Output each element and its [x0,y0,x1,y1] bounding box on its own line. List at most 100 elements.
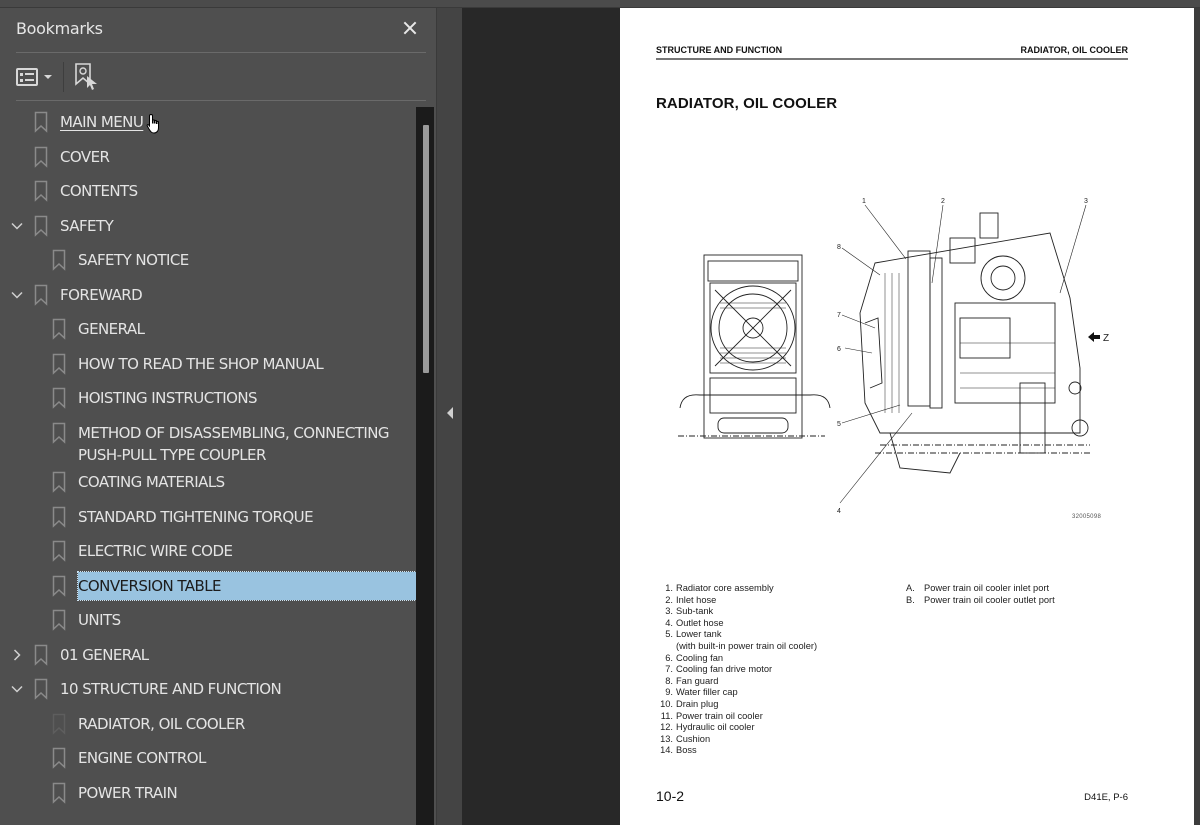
bookmark-icon [52,471,66,493]
bookmark-item[interactable]: HOISTING INSTRUCTIONS [0,384,416,412]
legend-item: 11. Power train oil cooler [658,711,817,723]
bookmark-item[interactable]: ENGINE CONTROL [0,744,416,772]
header-rule [656,58,1128,60]
bookmark-item[interactable]: ELECTRIC WIRE CODE [0,537,416,565]
bookmark-item[interactable]: HOW TO READ THE SHOP MANUAL [0,350,416,378]
callout-labels: 1 2 3 4 5 6 7 8 [837,198,1088,515]
legend-text: Drain plug [676,698,719,709]
bookmark-item[interactable]: SAFETY [0,212,416,240]
radiator-oil-cooler-diagram: 1 2 3 4 5 6 7 8 Z [678,198,1109,515]
bookmark-item[interactable]: COVER [0,143,416,171]
bookmark-icon [52,387,66,409]
bookmark-item[interactable]: RADIATOR, OIL COOLER [0,710,416,738]
chevron-down-icon[interactable] [10,682,24,696]
model-reference: D41E, P-6 [1084,792,1128,803]
legend-text: Cooling fan [676,652,724,663]
chevron-down-icon[interactable] [10,219,24,233]
bookmark-item[interactable]: 01 GENERAL [0,641,416,669]
legend-item: 3. Sub-tank [658,606,817,618]
viewer-right-edge [1194,8,1200,825]
bookmark-icon [34,284,48,306]
legend-text: Water filler cap [676,687,738,698]
panel-title: Bookmarks [16,19,103,38]
legend-item: 10. Drain plug [658,699,817,711]
callout-6: 6 [837,346,841,353]
bookmark-icon [52,609,66,631]
bookmark-item[interactable]: COATING MATERIALS [0,468,416,496]
page-number: 10-2 [656,788,685,804]
callout-3: 3 [1084,198,1088,205]
header-divider [16,52,426,53]
toolbar-separator [63,62,64,92]
bookmarks-panel-header: Bookmarks [0,8,436,52]
bookmark-item[interactable]: METHOD OF DISASSEMBLING, CONNECTING PUSH… [0,419,416,469]
list-options-icon [16,68,38,86]
legend-item: 12. Hydraulic oil cooler [658,722,817,734]
bookmark-label: CONVERSION TABLE [77,570,416,601]
bookmark-item[interactable]: UNITS [0,606,416,634]
pdf-page: STRUCTURE AND FUNCTION RADIATOR, OIL COO… [620,8,1194,825]
legend-text: Power train oil cooler outlet port [924,594,1055,605]
legend-item: 14. Boss [658,745,817,757]
close-icon[interactable] [398,16,422,40]
legend-number: 12. [660,722,673,733]
bookmarks-scrollbar-thumb[interactable] [423,125,429,373]
legend-item: 1. Radiator core assembly [658,583,817,595]
bookmark-item[interactable]: MAIN MENU [0,108,416,136]
legend-item: 9. Water filler cap [658,687,817,699]
bookmark-item[interactable]: STANDARD TIGHTENING TORQUE [0,503,416,531]
bookmark-item[interactable]: 10 STRUCTURE AND FUNCTION [0,675,416,703]
legend-text: (with built-in power train oil cooler) [676,640,818,651]
legend-item: (with built-in power train oil cooler) [658,641,817,653]
options-menu-button[interactable] [16,66,56,90]
legend-number: 8. [665,675,673,686]
collapse-panel-button[interactable] [445,405,455,421]
legend-number: 5. [665,629,673,640]
callout-leaders [839,204,1087,504]
bookmark-label: FOREWARD [60,285,143,304]
bookmark-label: SAFETY [60,216,114,235]
bookmark-label: METHOD OF DISASSEMBLING, CONNECTING PUSH… [78,423,390,464]
callout-1: 1 [862,198,866,205]
front-view-drawing [678,254,831,439]
legend-number: 3. [665,606,673,617]
bookmark-label: GENERAL [78,320,145,338]
bookmarks-panel: Bookmarks MAIN MENU COVER CONTENTS SAFETY SA… [0,8,436,825]
bookmark-tree: MAIN MENU COVER CONTENTS SAFETY SAFETY NOTIC… [0,108,416,825]
legend-number: 6. [665,652,673,663]
legend-item: 4. Outlet hose [658,618,817,630]
view-marker-z: Z [1103,333,1109,344]
legend-number: 2. [665,594,673,605]
legend-text: Inlet hose [676,594,717,605]
bookmark-icon [34,146,48,168]
legend-number: 14. [660,745,673,756]
legend-text: Cushion [676,733,711,744]
bookmark-icon [52,747,66,769]
legend-number: 7. [665,664,673,675]
legend-number [658,641,673,653]
bookmark-item[interactable]: FOREWARD [0,281,416,309]
legend-text: Outlet hose [676,617,724,628]
find-current-bookmark-button[interactable] [73,62,101,92]
bookmark-icon [34,180,48,202]
bookmark-item[interactable]: SAFETY NOTICE [0,246,416,274]
legend-item: 5. Lower tank [658,629,817,641]
running-header-left: STRUCTURE AND FUNCTION [656,45,783,55]
legend-item: 7. Cooling fan drive motor [658,664,817,676]
drawing-code: 32005098 [1072,514,1102,520]
callout-8: 8 [837,244,841,251]
bookmark-label: STANDARD TIGHTENING TORQUE [78,507,314,526]
legend-item: 2. Inlet hose [658,595,817,607]
bookmark-label: 10 STRUCTURE AND FUNCTION [60,680,282,698]
chevron-down-icon[interactable] [10,288,24,302]
bookmark-item[interactable]: CONVERSION TABLE [0,570,416,601]
chevron-right-icon[interactable] [10,648,24,662]
toolbar-divider [16,100,426,101]
bookmark-label: MAIN MENU [60,113,144,131]
bookmark-icon [52,782,66,804]
bookmark-item[interactable]: CONTENTS [0,177,416,205]
legend-item: 8. Fan guard [658,676,817,688]
bookmark-item[interactable]: POWER TRAIN [0,779,416,807]
bookmark-item[interactable]: GENERAL [0,315,416,343]
bookmark-find-icon [75,63,97,90]
